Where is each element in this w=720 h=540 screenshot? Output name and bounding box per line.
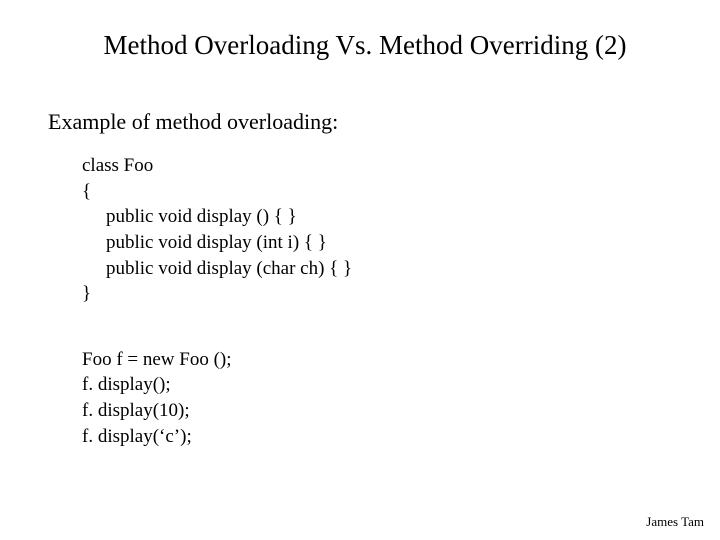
code-line: public void display (int i) { } [106, 230, 672, 256]
usage-block: Foo f = new Foo (); f. display(); f. dis… [82, 347, 672, 450]
code-line: } [82, 281, 672, 307]
code-line: f. display(); [82, 372, 672, 398]
example-subtitle: Example of method overloading: [48, 109, 672, 135]
code-line: f. display(‘c’); [82, 424, 672, 450]
footer-author: James Tam [646, 514, 704, 530]
code-line: { [82, 179, 672, 205]
slide-title: Method Overloading Vs. Method Overriding… [78, 30, 652, 61]
code-line: f. display(10); [82, 398, 672, 424]
class-definition-block: class Foo { public void display () { } p… [82, 153, 672, 307]
code-line: public void display () { } [106, 204, 672, 230]
code-line: Foo f = new Foo (); [82, 347, 672, 373]
slide: Method Overloading Vs. Method Overriding… [0, 0, 720, 540]
code-line: class Foo [82, 153, 672, 179]
code-line: public void display (char ch) { } [106, 256, 672, 282]
